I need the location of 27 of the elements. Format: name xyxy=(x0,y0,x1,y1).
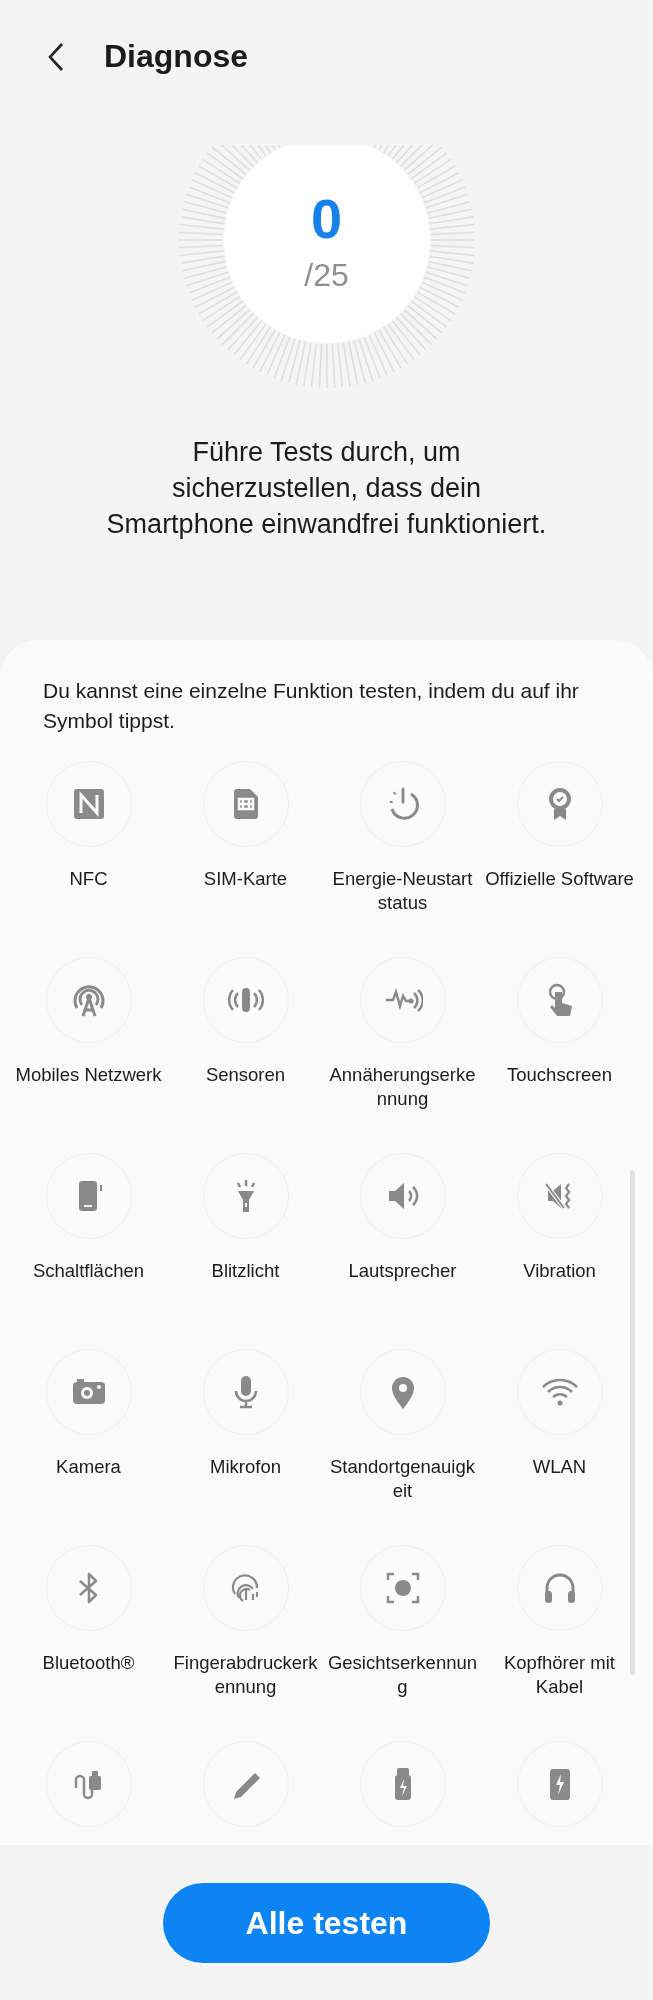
test-label: Gesichtserkennung xyxy=(326,1651,479,1699)
test-label: Energie-Neustart status xyxy=(331,867,474,915)
test-label: Sensoren xyxy=(204,1063,287,1087)
scrollbar[interactable] xyxy=(630,1170,635,1675)
test-label: Kopfhörer mit Kabel xyxy=(502,1651,616,1699)
test-label: SIM-Karte xyxy=(202,867,289,891)
test-label: Bluetooth® xyxy=(41,1651,136,1675)
test-all-button[interactable]: Alle testen xyxy=(163,1883,490,1963)
test-label: Mobiles Netzwerk xyxy=(14,1063,163,1087)
score-total: /25 xyxy=(304,256,349,294)
test-label: Annäherungserkennung xyxy=(328,1063,477,1111)
test-label: Vibration xyxy=(522,1259,597,1283)
test-label: NFC xyxy=(68,867,109,891)
hint-text: Du kannst eine einzelne Funktion testen, indem du auf ihr Symbol tippst. xyxy=(43,678,580,734)
score-value: 0 xyxy=(310,190,343,247)
description-text: Führe Tests durch, um sicherzustellen, dass dein Smartphone einwandfrei funktioniert. xyxy=(106,436,547,541)
test-label: Kamera xyxy=(55,1455,122,1479)
test-label: Lautsprecher xyxy=(347,1259,458,1283)
page-title: Diagnose xyxy=(104,38,249,75)
test-label: WLAN xyxy=(531,1455,588,1479)
test-label: Standortgenauigkeit xyxy=(329,1455,476,1503)
test-label: Schaltflächen xyxy=(31,1259,146,1283)
test-label: Offizielle Software xyxy=(484,867,635,891)
test-label: Mikrofon xyxy=(209,1455,282,1479)
test-label: Blitzlicht xyxy=(210,1259,281,1283)
test-label: Fingerabdruckerkennung xyxy=(172,1651,319,1699)
test-label: Touchscreen xyxy=(506,1063,613,1087)
